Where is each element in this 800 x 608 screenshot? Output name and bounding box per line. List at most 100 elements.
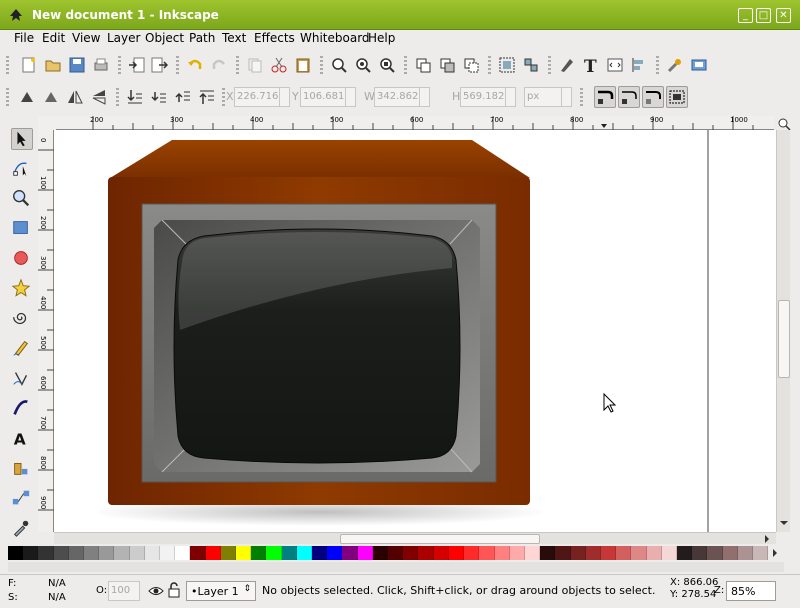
drawing-canvas[interactable] (54, 130, 776, 532)
scroll-down-icon[interactable] (779, 518, 789, 528)
color-swatch[interactable] (236, 546, 252, 560)
spray-tool[interactable] (11, 458, 33, 480)
color-swatch[interactable] (357, 546, 373, 560)
menu-whiteboard[interactable]: Whiteboard (300, 31, 370, 45)
color-swatch[interactable] (570, 546, 586, 560)
color-swatch[interactable] (524, 546, 541, 560)
color-swatch[interactable] (464, 546, 480, 560)
color-swatch[interactable] (403, 546, 419, 560)
color-swatch[interactable] (144, 546, 161, 560)
export-icon[interactable] (150, 56, 168, 74)
color-swatch[interactable] (38, 546, 54, 560)
color-swatch[interactable] (296, 546, 313, 560)
color-swatch[interactable] (388, 546, 404, 560)
horizontal-scroll-thumb[interactable] (340, 534, 540, 544)
color-swatch[interactable] (372, 546, 389, 560)
selector-tool[interactable] (11, 128, 33, 150)
menu-help[interactable]: Help (368, 31, 395, 45)
vertical-scroll-thumb[interactable] (778, 300, 790, 378)
color-swatch[interactable] (631, 546, 647, 560)
color-swatch[interactable] (555, 546, 571, 560)
fill-stroke-icon[interactable] (558, 56, 576, 74)
unlink-clone-icon[interactable] (462, 56, 480, 74)
color-palette[interactable] (8, 546, 769, 560)
horizontal-ruler[interactable]: 200 300 400 500 600 700 800 900 1000 (56, 116, 774, 130)
fill-value[interactable]: N/A (48, 578, 66, 589)
align-distribute-icon[interactable] (630, 56, 648, 74)
layer-lock-icon[interactable] (168, 582, 180, 598)
text-tool[interactable]: A (11, 428, 33, 450)
menu-view[interactable]: View (72, 31, 100, 45)
menu-file[interactable]: File (14, 31, 34, 45)
menu-effects[interactable]: Effects (254, 31, 295, 45)
color-swatch[interactable] (448, 546, 465, 560)
menu-layer[interactable]: Layer (107, 31, 140, 45)
x-spinbox[interactable]: 226.716 (234, 87, 290, 107)
zoom-field[interactable]: 85% (726, 581, 776, 601)
paste-icon[interactable] (294, 56, 312, 74)
close-button[interactable]: ✕ (776, 8, 791, 23)
color-swatch[interactable] (23, 546, 39, 560)
vertical-ruler[interactable]: 0 100 200 300 400 500 600 700 800 900 (38, 130, 54, 532)
scale-corners-toggle[interactable] (618, 86, 640, 108)
width-spinbox[interactable]: 342.862 (374, 87, 430, 107)
group-icon[interactable] (498, 56, 516, 74)
rotate-cw-icon[interactable] (42, 88, 60, 106)
zoom-corner-icon[interactable] (777, 117, 791, 131)
menu-text[interactable]: Text (222, 31, 246, 45)
color-swatch[interactable] (540, 546, 556, 560)
color-swatch[interactable] (600, 546, 617, 560)
xml-editor-icon[interactable] (606, 56, 624, 74)
color-swatch[interactable] (68, 546, 85, 560)
rectangle-tool[interactable] (11, 218, 33, 240)
color-swatch[interactable] (342, 546, 358, 560)
redo-icon[interactable] (210, 56, 228, 74)
raise-icon[interactable] (174, 88, 192, 106)
new-document-icon[interactable] (20, 56, 38, 74)
open-icon[interactable] (44, 56, 62, 74)
color-swatch[interactable] (266, 546, 282, 560)
color-swatch[interactable] (8, 546, 24, 560)
pen-tool[interactable] (11, 368, 33, 390)
zoom-page-icon[interactable] (378, 56, 396, 74)
menu-object[interactable]: Object (145, 31, 184, 45)
undo-icon[interactable] (186, 56, 204, 74)
import-icon[interactable] (128, 56, 146, 74)
y-spinbox[interactable]: 106.681 (300, 87, 356, 107)
color-swatch[interactable] (585, 546, 601, 560)
color-swatch[interactable] (175, 546, 191, 560)
dropper-tool[interactable] (11, 518, 33, 540)
color-swatch[interactable] (479, 546, 495, 560)
flip-vertical-icon[interactable] (90, 88, 108, 106)
star-tool[interactable] (11, 278, 33, 300)
layer-dropdown[interactable]: •Layer 1 ⇕ (186, 581, 256, 601)
transform-gradients-toggle[interactable] (642, 86, 664, 108)
color-swatch[interactable] (494, 546, 510, 560)
text-font-icon[interactable]: T (582, 56, 600, 74)
height-spinbox[interactable]: 569.182 (460, 87, 516, 107)
zoom-selection-icon[interactable] (330, 56, 348, 74)
color-swatch[interactable] (737, 546, 753, 560)
document-properties-icon[interactable] (690, 56, 708, 74)
clone-icon[interactable] (438, 56, 456, 74)
color-swatch[interactable] (616, 546, 632, 560)
color-swatch[interactable] (418, 546, 434, 560)
opacity-spinbox[interactable]: 100 (108, 581, 140, 601)
color-swatch[interactable] (722, 546, 738, 560)
connector-tool[interactable] (11, 488, 33, 510)
color-swatch[interactable] (752, 546, 769, 560)
color-swatch[interactable] (509, 546, 525, 560)
color-swatch[interactable] (205, 546, 221, 560)
calligraphy-tool[interactable] (11, 398, 33, 420)
color-swatch[interactable] (312, 546, 328, 560)
color-swatch[interactable] (114, 546, 130, 560)
ungroup-icon[interactable] (522, 56, 540, 74)
lower-to-bottom-icon[interactable] (126, 88, 144, 106)
color-swatch[interactable] (646, 546, 662, 560)
color-swatch[interactable] (190, 546, 206, 560)
lower-icon[interactable] (150, 88, 168, 106)
scroll-right-icon[interactable] (762, 534, 772, 544)
color-swatch[interactable] (661, 546, 677, 560)
color-swatch[interactable] (676, 546, 693, 560)
flip-horizontal-icon[interactable] (66, 88, 84, 106)
